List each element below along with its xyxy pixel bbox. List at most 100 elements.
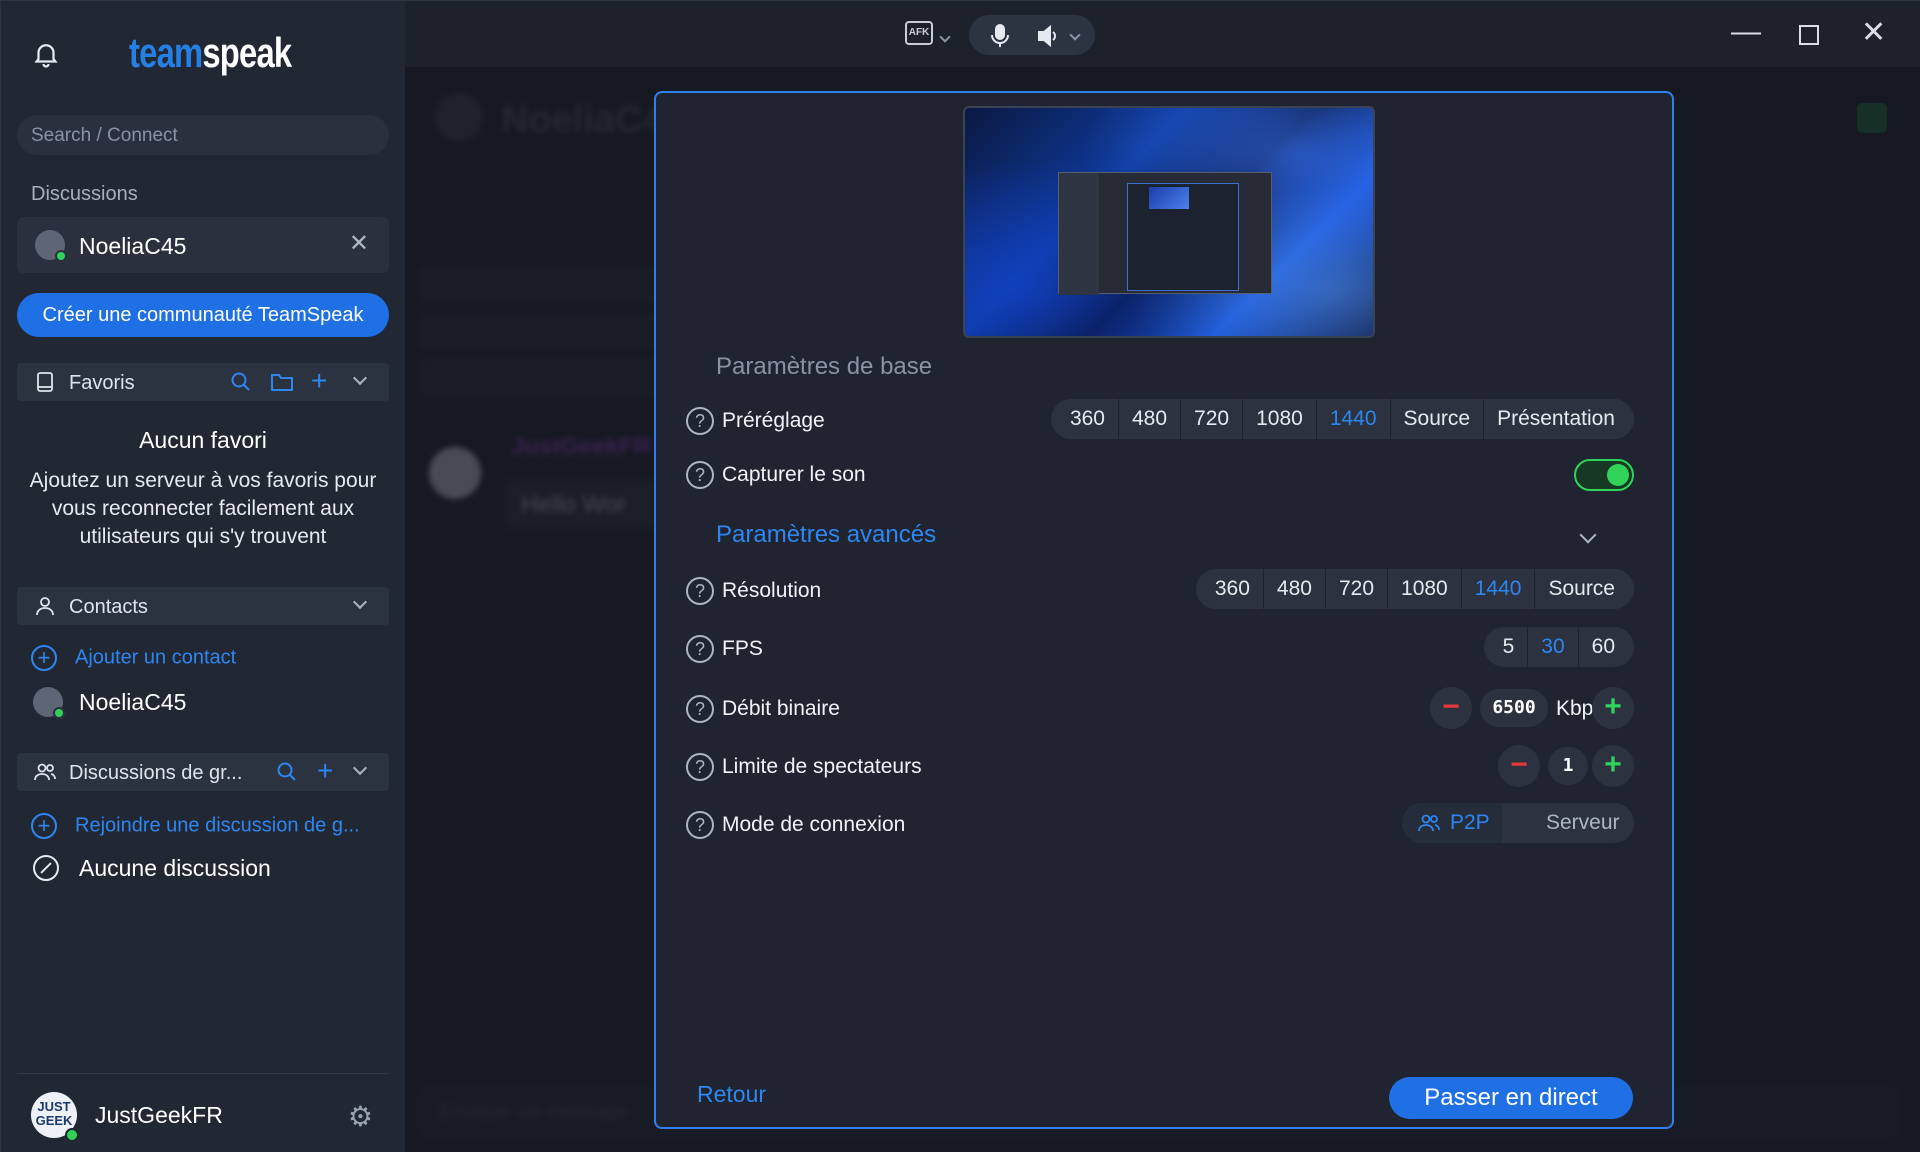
speaker-icon[interactable]	[1035, 23, 1061, 49]
advanced-settings-title: Paramètres avancés	[716, 521, 937, 548]
connection-mode-row: ? Mode de connexion P2P Serveur	[686, 803, 1634, 843]
avatar	[33, 687, 65, 719]
join-group-link[interactable]: + Rejoindre une discussion de g...	[31, 813, 360, 839]
sidebar: teamspeak Search / Connect Discussions N…	[1, 1, 405, 1152]
viewer-limit-row: ? Limite de spectateurs − 1 +	[686, 745, 1634, 787]
discussions-title: Discussions	[31, 183, 138, 205]
resolution-option-360[interactable]: 360	[1202, 569, 1264, 609]
group-chats-label: Discussions de gr...	[69, 762, 243, 784]
close-icon[interactable]: ✕	[349, 229, 369, 258]
fps-row: ? FPS 5 30 60	[686, 627, 1634, 667]
user-name: JustGeekFR	[95, 1102, 223, 1128]
chat-item-noeliac45[interactable]: NoeliaC45 ✕	[17, 217, 389, 273]
connection-option-p2p[interactable]: P2P	[1402, 803, 1502, 843]
search-icon[interactable]	[229, 370, 253, 394]
window-controls: — ✕	[1701, 1, 1920, 67]
viewer-limit-label: Limite de spectateurs	[722, 755, 922, 778]
resolution-option-1440[interactable]: 1440	[1462, 569, 1536, 609]
resolution-option-480[interactable]: 480	[1264, 569, 1326, 609]
chevron-down-icon[interactable]	[939, 31, 951, 43]
chevron-down-icon[interactable]	[1579, 526, 1597, 544]
fps-option-60[interactable]: 60	[1579, 627, 1628, 667]
bitrate-row: ? Débit binaire − 6500 Kbps +	[686, 687, 1634, 729]
help-icon[interactable]: ?	[686, 577, 714, 605]
contacts-bar[interactable]: Contacts	[17, 587, 389, 625]
bitrate-increase-button[interactable]: +	[1592, 687, 1634, 729]
chevron-down-icon[interactable]	[352, 370, 368, 386]
add-favorite-icon[interactable]: +	[311, 365, 327, 397]
advanced-settings-header[interactable]: Paramètres avancés	[686, 521, 1634, 561]
afk-icon[interactable]: AFK	[905, 21, 933, 45]
preview-window-thumbnail	[1058, 172, 1272, 295]
folder-icon[interactable]	[269, 370, 295, 394]
search-icon[interactable]	[275, 760, 299, 784]
help-icon[interactable]: ?	[686, 461, 714, 489]
chevron-down-icon[interactable]	[1069, 29, 1081, 41]
preset-row: ? Préréglage 360 480 720 1080 1440 Sourc…	[686, 399, 1634, 439]
add-contact-link[interactable]: + Ajouter un contact	[31, 645, 236, 671]
viewer-limit-decrease-button[interactable]: −	[1498, 745, 1540, 787]
gear-icon[interactable]: ⚙	[348, 1100, 373, 1133]
add-group-icon[interactable]: +	[317, 755, 333, 787]
capture-sound-label: Capturer le son	[722, 463, 866, 486]
preset-option-1080[interactable]: 1080	[1243, 399, 1317, 439]
preset-option-720[interactable]: 720	[1181, 399, 1244, 439]
help-icon[interactable]: ?	[686, 635, 714, 663]
teamspeak-logo: teamspeak	[129, 29, 292, 76]
bitrate-value[interactable]: 6500	[1480, 689, 1548, 727]
preset-option-1440[interactable]: 1440	[1317, 399, 1391, 439]
resolution-selector: 360 480 720 1080 1440 Source	[1195, 569, 1634, 609]
online-status-dot	[53, 707, 65, 719]
favorites-bar[interactable]: Favoris +	[17, 363, 389, 401]
resolution-option-1080[interactable]: 1080	[1388, 569, 1462, 609]
help-icon[interactable]: ?	[686, 407, 714, 435]
fps-option-30[interactable]: 30	[1528, 627, 1579, 667]
capture-sound-row: ? Capturer le son	[686, 453, 1634, 493]
preset-option-360[interactable]: 360	[1057, 399, 1119, 439]
resolution-option-720[interactable]: 720	[1326, 569, 1389, 609]
resolution-row: ? Résolution 360 480 720 1080 1440 Sourc…	[686, 569, 1634, 609]
group-chats-bar[interactable]: Discussions de gr... +	[17, 753, 389, 791]
preset-option-presentation[interactable]: Présentation	[1484, 399, 1628, 439]
create-community-button[interactable]: Créer une communauté TeamSpeak	[17, 293, 389, 337]
bell-icon[interactable]	[31, 39, 61, 69]
preset-selector: 360 480 720 1080 1440 Source Présentatio…	[1050, 399, 1634, 439]
fps-label: FPS	[722, 637, 763, 660]
minimize-icon[interactable]: —	[1731, 15, 1761, 49]
microphone-icon[interactable]	[989, 23, 1011, 49]
group-icon	[1418, 814, 1440, 832]
viewer-limit-increase-button[interactable]: +	[1592, 745, 1634, 787]
favorites-empty-title: Aucun favori	[139, 427, 267, 453]
resolution-option-source[interactable]: Source	[1535, 569, 1628, 609]
close-window-icon[interactable]: ✕	[1861, 15, 1886, 50]
bitrate-decrease-button[interactable]: −	[1430, 687, 1472, 729]
fps-option-5[interactable]: 5	[1490, 627, 1529, 667]
maximize-icon[interactable]	[1799, 25, 1819, 45]
favorites-empty-text: Ajoutez un serveur à vos favoris pour vo…	[29, 469, 377, 548]
help-icon[interactable]: ?	[686, 695, 714, 723]
preset-option-480[interactable]: 480	[1119, 399, 1182, 439]
plus-circle-icon: +	[31, 813, 57, 839]
person-icon	[36, 597, 54, 616]
viewer-limit-value[interactable]: 1	[1548, 747, 1588, 785]
capture-sound-toggle[interactable]	[1574, 459, 1634, 491]
help-icon[interactable]: ?	[686, 811, 714, 839]
go-live-button[interactable]: Passer en direct	[1389, 1077, 1633, 1119]
mic-speaker-group	[969, 15, 1095, 55]
contacts-label: Contacts	[69, 596, 148, 618]
teamspeak-window: teamspeak Search / Connect Discussions N…	[0, 0, 1920, 1152]
go-live-dialog: Paramètres de base ? Préréglage 360 480 …	[654, 91, 1674, 1129]
chevron-down-icon[interactable]	[352, 760, 368, 776]
contact-name[interactable]: NoeliaC45	[79, 689, 186, 716]
preset-label: Préréglage	[722, 409, 825, 432]
search-input[interactable]: Search / Connect	[17, 115, 389, 155]
online-status-dot	[55, 250, 67, 262]
help-icon[interactable]: ?	[686, 753, 714, 781]
chat-name: NoeliaC45	[79, 233, 187, 259]
chevron-down-icon[interactable]	[352, 594, 368, 610]
connection-option-server[interactable]: Serveur	[1546, 803, 1620, 843]
group-icon	[34, 763, 56, 781]
preset-option-source[interactable]: Source	[1391, 399, 1485, 439]
back-button[interactable]: Retour	[697, 1081, 766, 1108]
user-footer: JUST GEEK JustGeekFR ⚙	[17, 1073, 389, 1152]
